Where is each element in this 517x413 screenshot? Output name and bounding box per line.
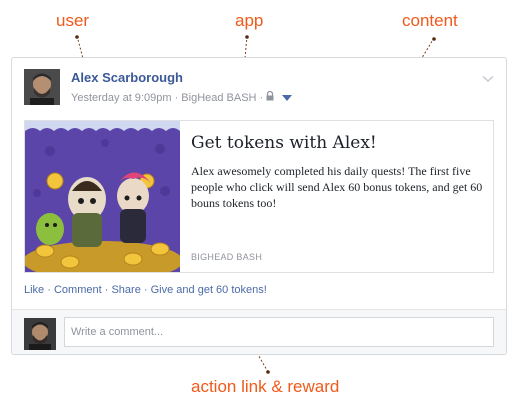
- arrow-app-tail: [245, 35, 249, 39]
- story-attachment[interactable]: Get tokens with Alex! Alex awesomely com…: [24, 120, 494, 273]
- news-feed-story: Alex Scarborough Yesterday at 9:09pm · B…: [11, 57, 507, 355]
- post-timestamp[interactable]: Yesterday at 9:09pm: [71, 92, 172, 104]
- attachment-source: BIGHEAD BASH: [191, 252, 263, 262]
- action-separator: ·: [143, 284, 148, 296]
- reward-action-link[interactable]: Give and get 60 tokens!: [151, 284, 267, 296]
- annotation-app: app: [235, 11, 264, 30]
- annotation-action: action link & reward: [191, 377, 340, 396]
- arrow-content-tail: [432, 37, 436, 41]
- app-name[interactable]: BigHead BASH: [181, 92, 256, 104]
- author-name[interactable]: Alex Scarborough: [71, 70, 183, 85]
- commenter-avatar: [24, 318, 56, 350]
- meta-separator-2: ·: [259, 91, 264, 104]
- attachment-description: Alex awesomely completed his daily quest…: [191, 164, 483, 210]
- arrow-user-tail: [75, 35, 79, 39]
- like-link[interactable]: Like: [24, 284, 44, 296]
- comment-composer: [12, 309, 506, 354]
- action-links: Like · Comment · Share · Give and get 60…: [24, 284, 267, 296]
- caret-down-icon[interactable]: [282, 94, 293, 101]
- comment-input[interactable]: [64, 317, 494, 347]
- author-avatar[interactable]: [24, 69, 60, 105]
- game-artwork: [25, 121, 180, 272]
- attachment-image: [25, 121, 180, 272]
- arrow-action-tail: [266, 370, 270, 374]
- action-separator: ·: [104, 284, 109, 296]
- annotation-content: content: [402, 11, 458, 30]
- chevron-down-icon[interactable]: [482, 70, 494, 88]
- commenter-photo: [24, 318, 56, 350]
- post-meta: Yesterday at 9:09pm · BigHead BASH ·: [71, 90, 293, 104]
- share-link[interactable]: Share: [111, 284, 140, 296]
- annotation-user: user: [56, 11, 90, 30]
- comment-link[interactable]: Comment: [54, 284, 102, 296]
- action-separator: ·: [47, 284, 51, 296]
- lock-icon: [266, 90, 274, 104]
- attachment-title[interactable]: Get tokens with Alex!: [191, 133, 377, 153]
- author-photo: [24, 69, 60, 105]
